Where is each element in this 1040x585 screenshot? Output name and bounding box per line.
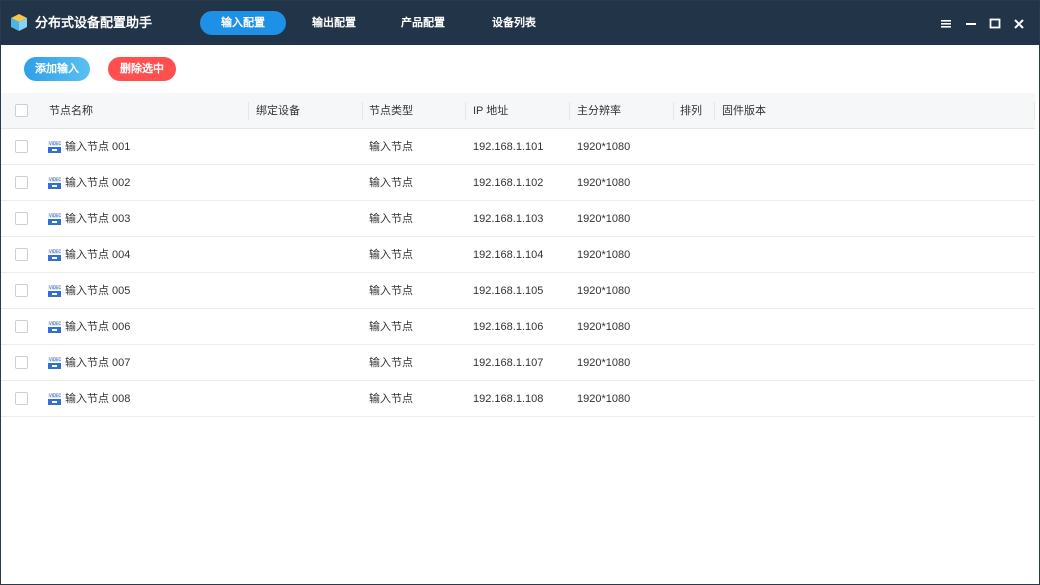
delete-selected-button[interactable]: 删除选中 xyxy=(108,57,176,81)
row-checkbox[interactable] xyxy=(15,392,28,405)
video-node-icon: VIDEO xyxy=(48,285,61,297)
cell-node-name: 输入节点 001 xyxy=(65,141,131,153)
cell-main-resolution: 1920*1080 xyxy=(577,357,631,369)
cell-node-name: 输入节点 008 xyxy=(65,393,131,405)
header-divider xyxy=(465,102,466,120)
svg-text:VIDEO: VIDEO xyxy=(49,285,61,290)
table-row[interactable]: VIDEO 输入节点 003 输入节点 192.168.1.103 1920*1… xyxy=(1,201,1035,237)
video-node-icon: VIDEO xyxy=(48,177,61,189)
tab-product-config[interactable]: 产品配置 xyxy=(380,11,466,35)
video-node-icon: VIDEO xyxy=(48,249,61,261)
header-divider xyxy=(569,102,570,120)
cell-ip-address: 192.168.1.104 xyxy=(473,249,544,261)
cell-node-name: 输入节点 006 xyxy=(65,321,131,333)
row-checkbox[interactable] xyxy=(15,212,28,225)
video-node-icon: VIDEO xyxy=(48,357,61,369)
cell-node-type: 输入节点 xyxy=(369,141,413,153)
cell-node-type: 输入节点 xyxy=(369,321,413,333)
tab-input-config[interactable]: 输入配置 xyxy=(200,11,286,35)
header-firmware-version[interactable]: 固件版本 xyxy=(722,93,766,129)
select-all-checkbox[interactable] xyxy=(15,104,28,117)
video-node-icon: VIDEO xyxy=(48,321,61,333)
row-checkbox[interactable] xyxy=(15,320,28,333)
row-checkbox[interactable] xyxy=(15,140,28,153)
menu-icon[interactable] xyxy=(939,15,953,31)
cell-main-resolution: 1920*1080 xyxy=(577,285,631,297)
cell-main-resolution: 1920*1080 xyxy=(577,393,631,405)
minimize-icon[interactable] xyxy=(964,15,978,31)
tab-output-config[interactable]: 输出配置 xyxy=(291,11,377,35)
svg-text:VIDEO: VIDEO xyxy=(49,213,61,218)
input-node-table: 节点名称 绑定设备 节点类型 IP 地址 主分辨率 排列 固件版本 VIDEO … xyxy=(1,93,1035,417)
app-window: 分布式设备配置助手 输入配置 输出配置 产品配置 设备列表 添加输入 删除选中 … xyxy=(0,0,1040,585)
table-row[interactable]: VIDEO 输入节点 008 输入节点 192.168.1.108 1920*1… xyxy=(1,381,1035,417)
row-checkbox[interactable] xyxy=(15,176,28,189)
header-main-resolution[interactable]: 主分辨率 xyxy=(577,93,621,129)
maximize-icon[interactable] xyxy=(988,15,1002,31)
row-checkbox[interactable] xyxy=(15,284,28,297)
header-divider xyxy=(673,102,674,120)
table-header: 节点名称 绑定设备 节点类型 IP 地址 主分辨率 排列 固件版本 xyxy=(1,93,1035,129)
app-title: 分布式设备配置助手 xyxy=(35,15,153,30)
cell-main-resolution: 1920*1080 xyxy=(577,141,631,153)
cell-main-resolution: 1920*1080 xyxy=(577,177,631,189)
video-node-icon: VIDEO xyxy=(48,141,61,153)
row-checkbox[interactable] xyxy=(15,356,28,369)
add-input-button[interactable]: 添加输入 xyxy=(24,57,90,81)
cell-ip-address: 192.168.1.107 xyxy=(473,357,544,369)
video-node-icon: VIDEO xyxy=(48,213,61,225)
cell-node-type: 输入节点 xyxy=(369,357,413,369)
header-node-name[interactable]: 节点名称 xyxy=(49,93,93,129)
table-row[interactable]: VIDEO 输入节点 005 输入节点 192.168.1.105 1920*1… xyxy=(1,273,1035,309)
cell-node-name: 输入节点 005 xyxy=(65,285,131,297)
cell-node-name: 输入节点 007 xyxy=(65,357,131,369)
title-bar[interactable]: 分布式设备配置助手 输入配置 输出配置 产品配置 设备列表 xyxy=(1,1,1039,45)
table-row[interactable]: VIDEO 输入节点 004 输入节点 192.168.1.104 1920*1… xyxy=(1,237,1035,273)
tab-device-list[interactable]: 设备列表 xyxy=(471,11,557,35)
row-checkbox[interactable] xyxy=(15,248,28,261)
cell-main-resolution: 1920*1080 xyxy=(577,321,631,333)
svg-text:VIDEO: VIDEO xyxy=(49,141,61,146)
table-row[interactable]: VIDEO 输入节点 006 输入节点 192.168.1.106 1920*1… xyxy=(1,309,1035,345)
cell-ip-address: 192.168.1.105 xyxy=(473,285,544,297)
cell-ip-address: 192.168.1.108 xyxy=(473,393,544,405)
header-order[interactable]: 排列 xyxy=(680,93,702,129)
svg-text:VIDEO: VIDEO xyxy=(49,393,61,398)
cell-ip-address: 192.168.1.102 xyxy=(473,177,544,189)
table-row[interactable]: VIDEO 输入节点 001 输入节点 192.168.1.101 1920*1… xyxy=(1,129,1035,165)
video-node-icon: VIDEO xyxy=(48,393,61,405)
header-ip-address[interactable]: IP 地址 xyxy=(473,93,508,129)
table-row[interactable]: VIDEO 输入节点 002 输入节点 192.168.1.102 1920*1… xyxy=(1,165,1035,201)
cell-ip-address: 192.168.1.101 xyxy=(473,141,544,153)
cell-node-type: 输入节点 xyxy=(369,213,413,225)
close-icon[interactable] xyxy=(1012,15,1026,31)
cell-node-name: 输入节点 003 xyxy=(65,213,131,225)
header-divider xyxy=(714,102,715,120)
cell-ip-address: 192.168.1.103 xyxy=(473,213,544,225)
cell-node-type: 输入节点 xyxy=(369,249,413,261)
svg-text:VIDEO: VIDEO xyxy=(49,321,61,326)
svg-text:VIDEO: VIDEO xyxy=(49,249,61,254)
header-bound-device[interactable]: 绑定设备 xyxy=(256,93,300,129)
app-logo-icon xyxy=(11,14,27,31)
cell-node-name: 输入节点 002 xyxy=(65,177,131,189)
cell-node-type: 输入节点 xyxy=(369,393,413,405)
cell-main-resolution: 1920*1080 xyxy=(577,249,631,261)
table-row[interactable]: VIDEO 输入节点 007 输入节点 192.168.1.107 1920*1… xyxy=(1,345,1035,381)
svg-text:VIDEO: VIDEO xyxy=(49,357,61,362)
cell-node-name: 输入节点 004 xyxy=(65,249,131,261)
header-node-type[interactable]: 节点类型 xyxy=(369,93,413,129)
cell-node-type: 输入节点 xyxy=(369,285,413,297)
svg-text:VIDEO: VIDEO xyxy=(49,177,61,182)
cell-ip-address: 192.168.1.106 xyxy=(473,321,544,333)
header-divider xyxy=(248,102,249,120)
cell-main-resolution: 1920*1080 xyxy=(577,213,631,225)
header-divider xyxy=(362,102,363,120)
header-divider xyxy=(1034,102,1035,120)
cell-node-type: 输入节点 xyxy=(369,177,413,189)
